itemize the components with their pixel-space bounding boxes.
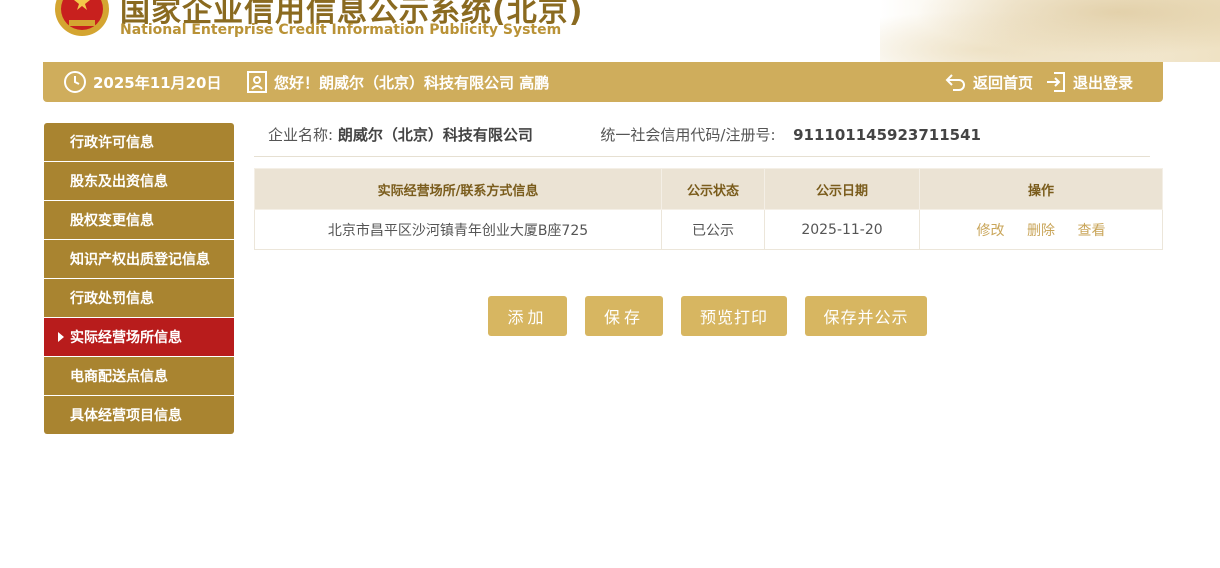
col-header-date: 公示日期	[764, 168, 920, 210]
company-info: 企业名称: 朗威尔（北京）科技有限公司 统一社会信用代码/注册号: 911101…	[268, 124, 981, 148]
cell-address: 北京市昌平区沙河镇青年创业大厦B座725	[254, 209, 662, 250]
save-and-publish-button[interactable]: 保存并公示	[805, 296, 927, 336]
sidebar-item-label: 知识产权出质登记信息	[70, 252, 210, 268]
table-header-row: 实际经营场所/联系方式信息 公示状态 公示日期 操作	[254, 168, 1163, 210]
sidebar-item-label: 实际经营场所信息	[70, 330, 182, 346]
return-home-label: 返回首页	[972, 73, 1033, 92]
return-home-link[interactable]: 返回首页	[945, 62, 1033, 102]
col-header-status: 公示状态	[661, 168, 765, 210]
credit-code-label: 统一社会信用代码/注册号:	[600, 126, 776, 144]
sidebar-item-label: 行政许可信息	[70, 135, 154, 151]
col-header-address: 实际经营场所/联系方式信息	[254, 168, 662, 210]
sidebar-item-admin-license[interactable]: 行政许可信息	[44, 123, 234, 161]
date-text: 2025年11月20日	[93, 73, 222, 92]
company-name-label: 企业名称:	[268, 126, 334, 144]
company-name-value: 朗威尔（北京）科技有限公司	[337, 126, 533, 144]
cell-status: 已公示	[661, 209, 765, 250]
national-emblem-icon	[55, 0, 109, 36]
sidebar-item-ip-pledge[interactable]: 知识产权出质登记信息	[44, 240, 234, 278]
sidebar-item-label: 股权变更信息	[70, 213, 154, 229]
header-landscape-decoration	[880, 0, 1220, 62]
sidebar-item-label: 具体经营项目信息	[70, 408, 182, 424]
site-title-en: National Enterprise Credit Information P…	[120, 22, 562, 38]
sidebar-item-label: 股东及出资信息	[70, 174, 168, 190]
save-button[interactable]: 保存	[585, 296, 663, 336]
return-arrow-icon	[945, 74, 965, 91]
sidebar-item-label: 电商配送点信息	[70, 369, 168, 385]
sidebar-item-shareholders[interactable]: 股东及出资信息	[44, 162, 234, 200]
col-header-actions: 操作	[919, 168, 1163, 210]
sidebar-item-ecommerce-delivery[interactable]: 电商配送点信息	[44, 357, 234, 395]
sidebar-item-business-premises[interactable]: 实际经营场所信息	[44, 318, 234, 356]
top-info-bar: 2025年11月20日 您好！朗威尔（北京）科技有限公司 高鹏 返回首页 退出登…	[43, 62, 1163, 102]
delete-link[interactable]: 删除	[1027, 223, 1055, 239]
divider	[254, 156, 1150, 157]
user-badge-icon	[247, 71, 267, 93]
sidebar-item-label: 行政处罚信息	[70, 291, 154, 307]
credit-code-value: 911101145923711541	[793, 126, 981, 144]
sidebar-item-equity-change[interactable]: 股权变更信息	[44, 201, 234, 239]
user-greeting: 您好！朗威尔（北京）科技有限公司 高鹏	[246, 62, 549, 102]
cell-actions: 修改 删除 查看	[919, 209, 1163, 250]
table-row: 北京市昌平区沙河镇青年创业大厦B座725 已公示 2025-11-20 修改 删…	[254, 209, 1163, 250]
preview-print-button[interactable]: 预览打印	[681, 296, 787, 336]
add-button[interactable]: 添加	[488, 296, 567, 336]
greeting-text: 您好！朗威尔（北京）科技有限公司 高鹏	[274, 73, 550, 92]
premises-table: 实际经营场所/联系方式信息 公示状态 公示日期 操作 北京市昌平区沙河镇青年创业…	[254, 168, 1163, 250]
cell-date: 2025-11-20	[764, 209, 920, 250]
edit-link[interactable]: 修改	[977, 223, 1005, 239]
site-header: 国家企业信用信息公示系统(北京) National Enterprise Cre…	[0, 0, 1220, 62]
view-link[interactable]: 查看	[1077, 223, 1105, 239]
sidebar-item-admin-penalty[interactable]: 行政处罚信息	[44, 279, 234, 317]
logout-label: 退出登录	[1072, 73, 1133, 92]
sidebar-nav: 行政许可信息 股东及出资信息 股权变更信息 知识产权出质登记信息 行政处罚信息 …	[44, 123, 234, 435]
logout-icon	[1046, 72, 1065, 92]
active-arrow-icon	[58, 332, 64, 342]
clock-icon	[64, 71, 86, 93]
sidebar-item-business-projects[interactable]: 具体经营项目信息	[44, 396, 234, 434]
current-date: 2025年11月20日	[63, 62, 222, 102]
logout-link[interactable]: 退出登录	[1045, 62, 1133, 102]
